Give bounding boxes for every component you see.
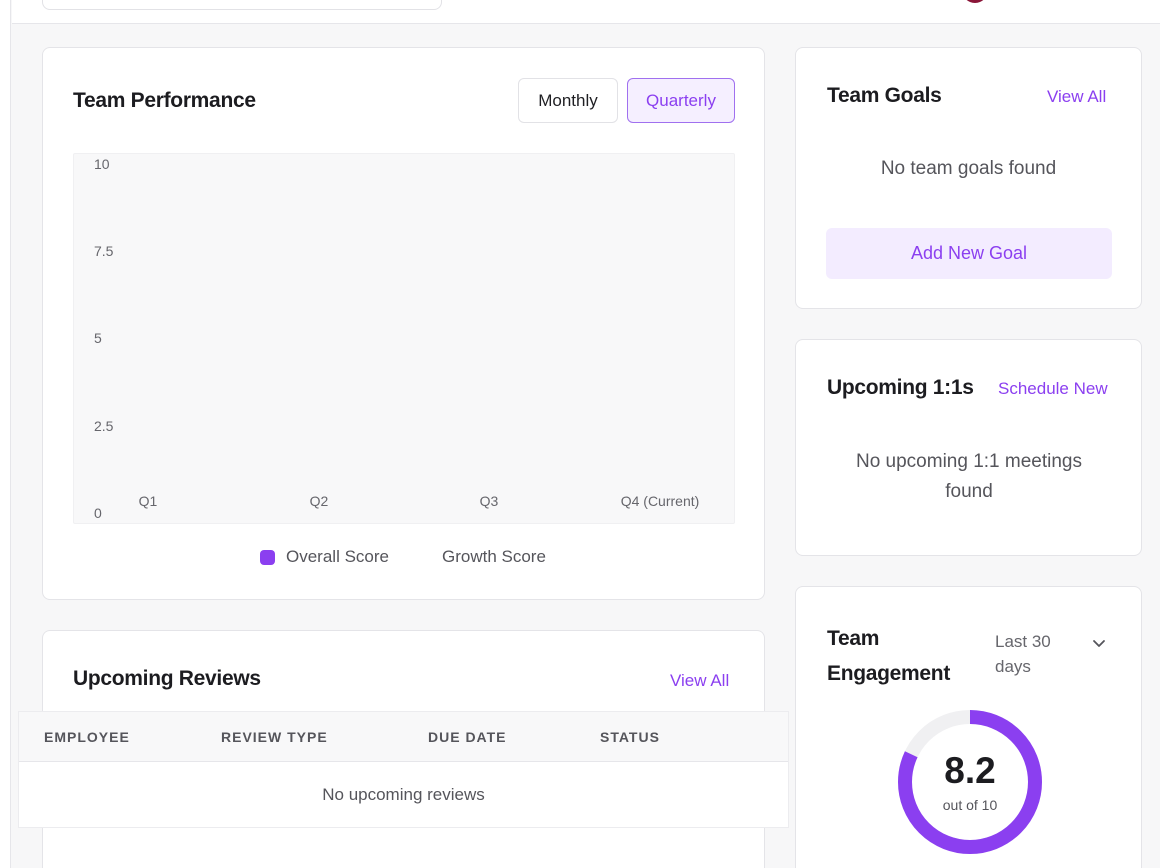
add-new-goal-button[interactable]: Add New Goal — [826, 228, 1112, 279]
x-tick-label: Q2 — [309, 493, 329, 509]
engagement-score: 8.2 — [944, 750, 996, 791]
top-bar — [12, 0, 1160, 24]
empty-state-text: No upcoming reviews — [322, 785, 485, 804]
legend-label: Overall Score — [286, 547, 389, 566]
reviews-table: EMPLOYEE REVIEW TYPE DUE DATE STATUS No … — [18, 711, 789, 828]
period-select[interactable]: Last 30 days — [995, 629, 1051, 679]
performance-title: Team Performance — [73, 89, 256, 112]
column-header[interactable]: EMPLOYEE — [44, 729, 130, 745]
reviews-title: Upcoming Reviews — [73, 667, 261, 690]
team-performance-card: Team Performance Monthly Quarterly 10 7.… — [42, 47, 765, 600]
x-tick-label: Q4 (Current) — [620, 493, 700, 509]
team-engagement-card: Team Engagement Last 30 days 8.2 out of … — [795, 586, 1142, 868]
performance-chart: 10 7.5 5 2.5 0 Q1 Q2 Q3 Q4 (Current) — [73, 153, 735, 524]
legend-item-overall[interactable]: Overall Score — [260, 547, 389, 567]
legend-label: Growth Score — [442, 547, 546, 566]
empty-state-text: No upcoming 1:1 meetings found — [855, 451, 1082, 502]
engagement-gauge: 8.2 out of 10 — [893, 705, 1047, 859]
engagement-title: Team Engagement — [827, 627, 951, 685]
legend-swatch — [260, 549, 275, 565]
y-tick-label: 10 — [94, 156, 110, 172]
team-goals-card: Team Goals View All No team goals found … — [795, 47, 1142, 309]
y-tick-label: 2.5 — [94, 418, 114, 434]
reviews-view-all-link[interactable]: View All — [670, 671, 729, 691]
x-tick-label: Q3 — [479, 493, 499, 509]
x-tick-label: Q1 — [138, 493, 158, 509]
engagement-score-scale: out of 10 — [942, 797, 998, 813]
y-tick-label: 0 — [94, 505, 102, 521]
goals-title: Team Goals — [827, 84, 942, 107]
chevron-down-icon[interactable] — [1092, 639, 1106, 649]
y-tick-label: 5 — [94, 330, 102, 346]
table-header: EMPLOYEE REVIEW TYPE DUE DATE STATUS — [19, 712, 788, 762]
empty-state-text: No team goals found — [880, 158, 1057, 179]
avatar[interactable] — [962, 0, 988, 3]
monthly-button[interactable]: Monthly — [518, 78, 618, 123]
quarterly-button[interactable]: Quarterly — [627, 78, 735, 123]
column-header[interactable]: STATUS — [600, 729, 660, 745]
y-tick-label: 7.5 — [94, 243, 114, 259]
column-header[interactable]: REVIEW TYPE — [221, 729, 328, 745]
left-rail — [0, 0, 11, 868]
one-on-ones-title: Upcoming 1:1s — [827, 376, 974, 399]
upcoming-one-on-ones-card: Upcoming 1:1s Schedule New No upcoming 1… — [795, 339, 1142, 556]
column-header[interactable]: DUE DATE — [428, 729, 507, 745]
legend-item-growth[interactable]: Growth Score — [442, 547, 546, 567]
schedule-new-link[interactable]: Schedule New — [998, 379, 1108, 399]
goals-view-all-link[interactable]: View All — [1047, 87, 1106, 107]
search-input[interactable] — [42, 0, 442, 10]
